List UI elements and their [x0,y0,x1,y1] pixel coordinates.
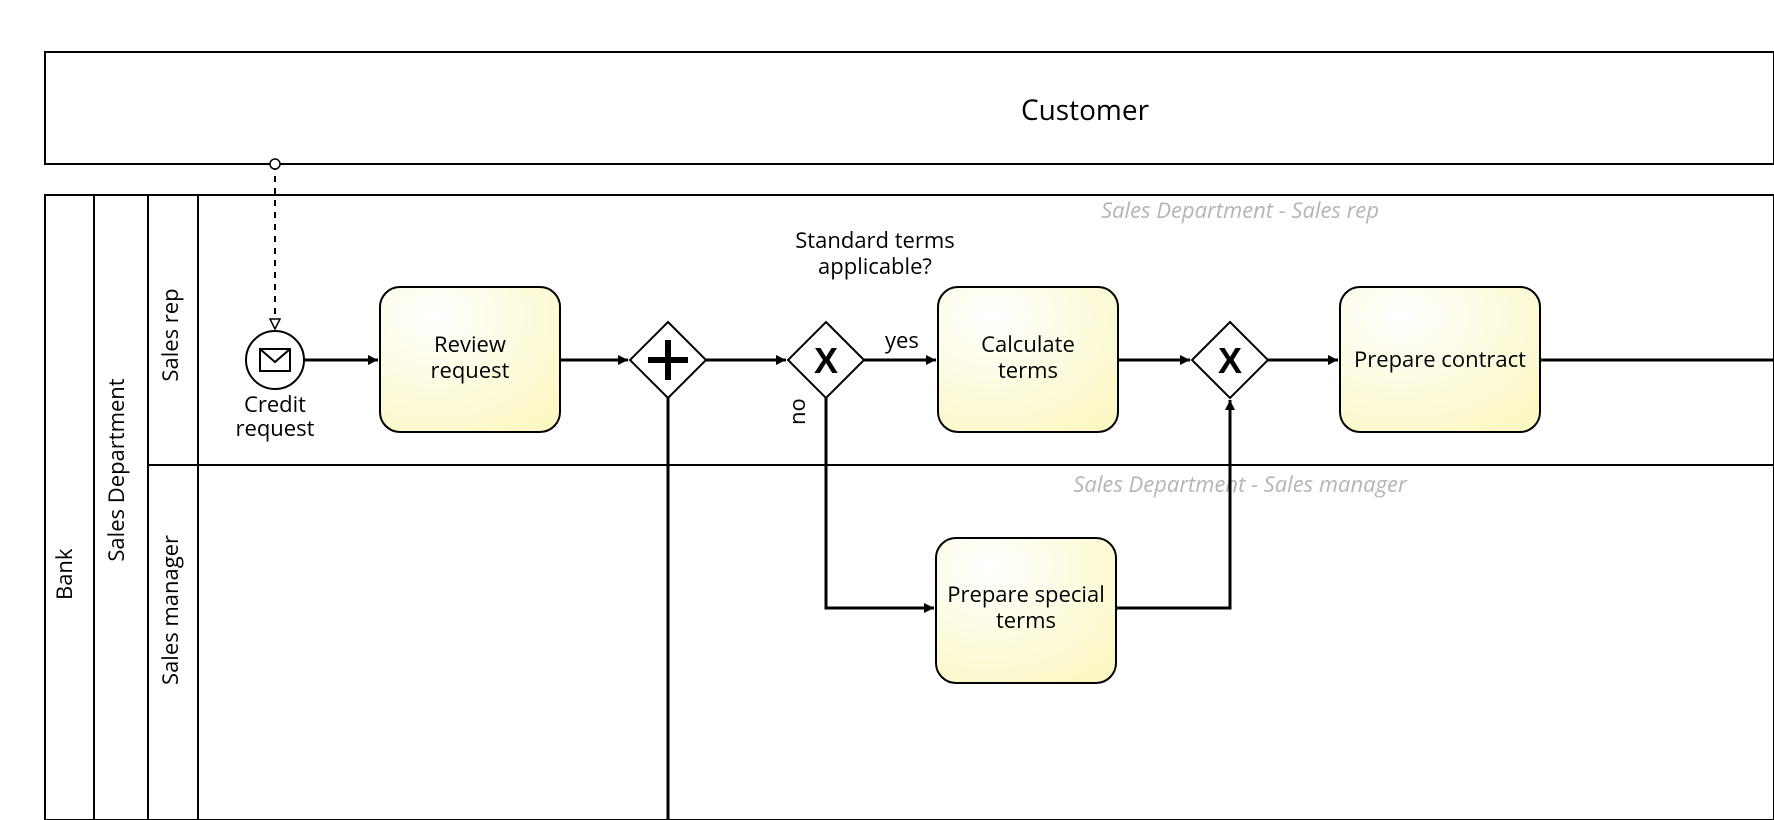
bpmn-diagram: Customer Bank Sales Department Sales rep… [0,0,1774,820]
start-event-label-l2: request [236,413,315,443]
task-prepare-contract[interactable]: Prepare contract [1340,287,1540,432]
lane-sales-department-title: Sales Department [101,378,131,561]
message-icon [260,349,290,371]
lane-sales-rep-watermark: Sales Department - Sales rep [1101,195,1379,225]
x-icon: X [1218,340,1242,381]
task-prepare-contract-label: Prepare contract [1354,344,1526,374]
flow-no-label: no [782,398,812,425]
task-review-request[interactable]: Review request [380,287,560,432]
task-review-request-l2: request [431,355,510,385]
flow-yes-label: yes [885,325,919,355]
gateway-split-label-l2: applicable? [818,251,932,281]
pool-bank-title: Bank [49,548,79,600]
task-calculate-terms-l2: terms [998,355,1058,385]
pool-customer[interactable]: Customer [45,52,1774,164]
task-prepare-special-terms[interactable]: Prepare special terms [936,538,1116,683]
pool-customer-title: Customer [1021,91,1150,129]
lane-sales-manager-watermark: Sales Department - Sales manager [1073,469,1408,499]
task-calculate-terms[interactable]: Calculate terms [938,287,1118,432]
task-special-l2: terms [996,605,1056,635]
lane-sales-manager-title: Sales manager [155,535,185,685]
lane-sales-rep-title: Sales rep [155,288,185,381]
x-icon: X [814,340,838,381]
